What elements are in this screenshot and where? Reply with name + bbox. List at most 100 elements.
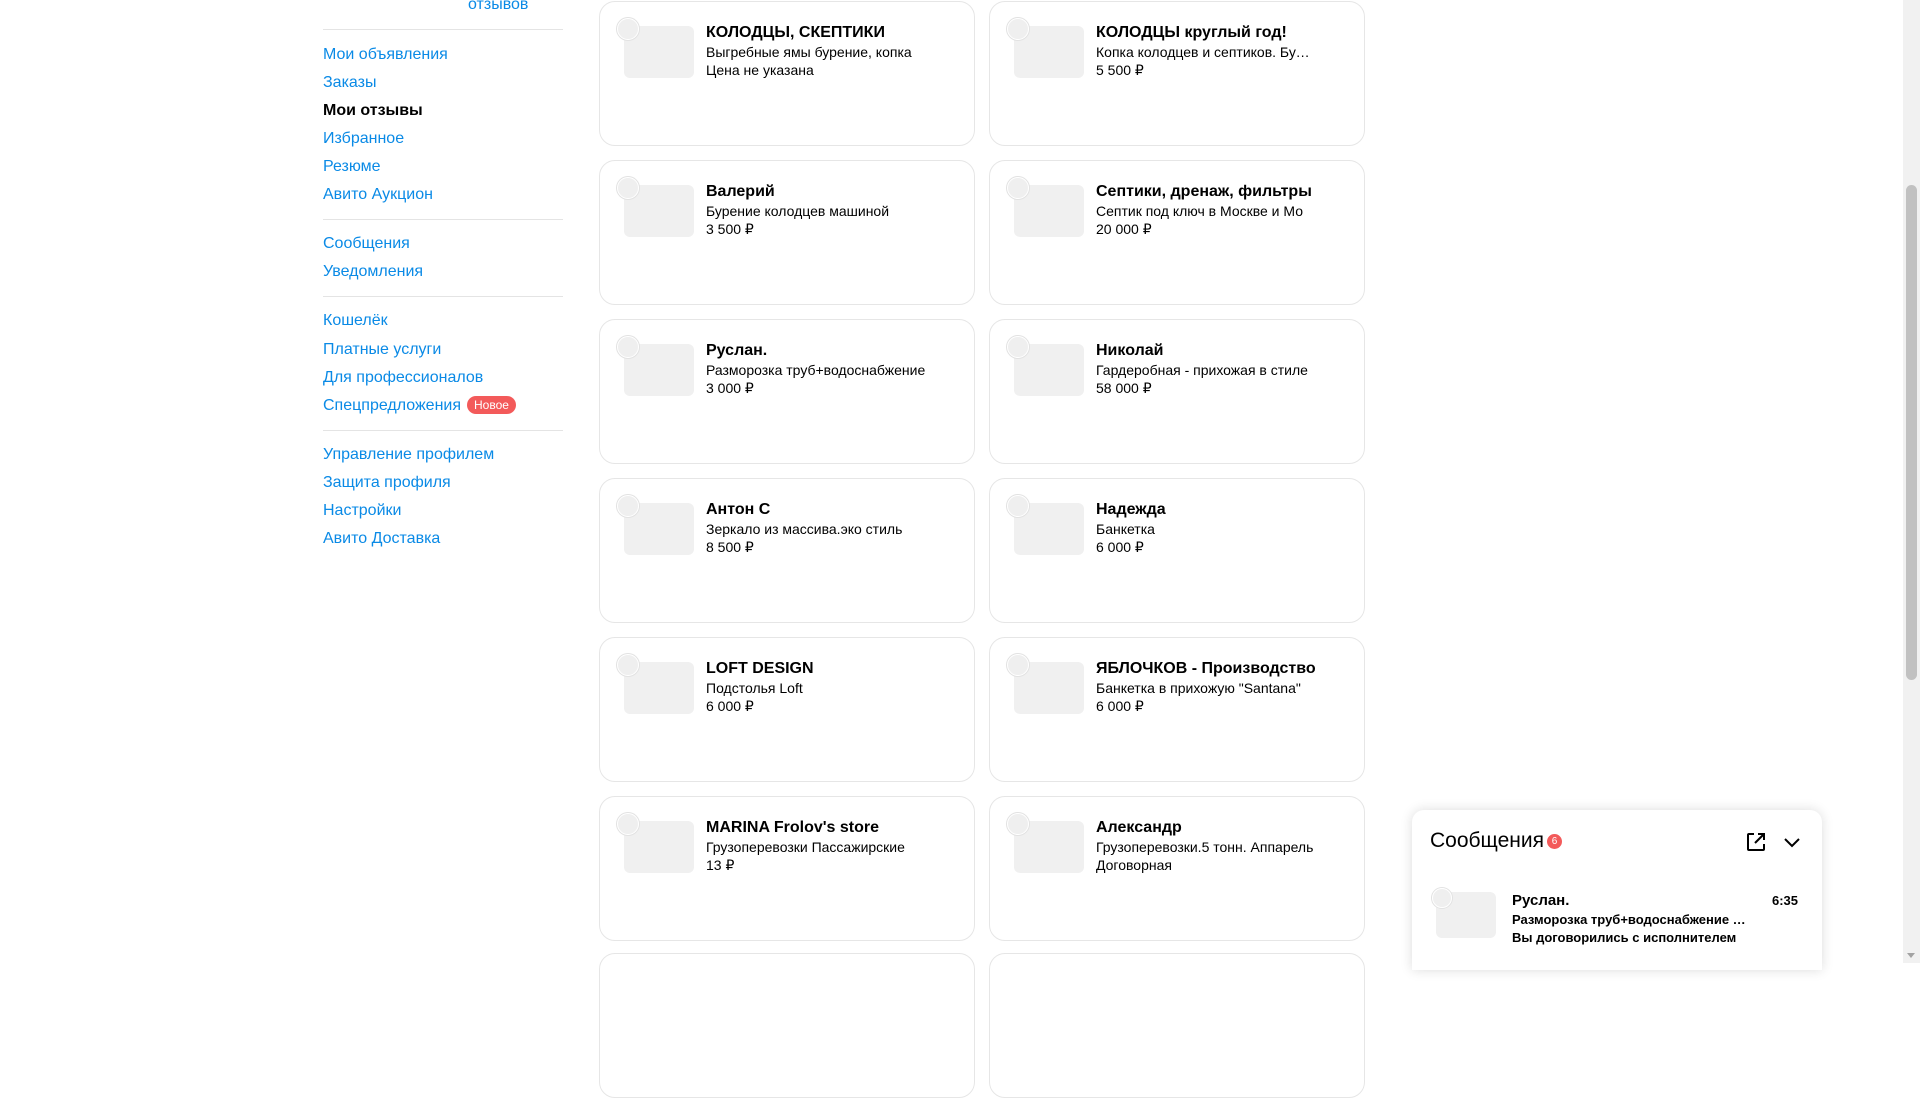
page-scrollbar[interactable]: [1903, 0, 1920, 963]
listing-price: 6 000 ₽: [1096, 539, 1144, 555]
nav-avito-auction[interactable]: Авито Аукцион: [323, 184, 433, 206]
avatar: [1007, 495, 1029, 517]
reviews-count-link[interactable]: отзывов: [468, 0, 528, 14]
seller-name: ЯБЛОЧКОВ - Производство: [1096, 660, 1316, 677]
review-card[interactable]: Септики, дренаж, фильтры Септик под ключ …: [989, 160, 1365, 305]
review-card[interactable]: Антон С Зеркало из массива.эко стиль 8 500…: [599, 478, 975, 623]
seller-name: Надежда: [1096, 501, 1166, 518]
listing-price: 8 500 ₽: [706, 539, 754, 555]
messages-widget-header: Сообщения 6: [1430, 827, 1562, 855]
avatar: [617, 654, 639, 676]
review-card[interactable]: Валерий Бурение колодцев машиной 3 500 ₽: [599, 160, 975, 305]
listing-description: Банкетка в прихожую "Santana": [1096, 680, 1301, 696]
listing-description: Бурение колодцев машиной: [706, 203, 890, 219]
chevron-down-icon[interactable]: [1780, 830, 1804, 854]
nav-my-ads[interactable]: Мои объявления: [323, 44, 448, 66]
nav-favorites[interactable]: Избранное: [323, 128, 404, 150]
seller-name: MARINA Frolov's store: [706, 819, 880, 836]
listing-description: Септик под ключ в Москве и Мо: [1096, 203, 1303, 219]
listing-price: 6 000 ₽: [1096, 698, 1144, 714]
unread-count-badge: 6: [1546, 834, 1562, 849]
review-card[interactable]: Надежда Банкетка 6 000 ₽: [989, 478, 1365, 623]
nav-settings[interactable]: Настройки: [323, 500, 401, 522]
avatar: [1007, 654, 1029, 676]
scroll-down-arrow-icon[interactable]: [1907, 953, 1915, 958]
listing-price: 6 000 ₽: [706, 698, 754, 714]
new-badge: Новое: [467, 396, 516, 414]
review-card[interactable]: КОЛОДЦЫ, СКЕПТИКИ Выгребные ямы бурение, …: [599, 1, 975, 146]
listing-description: Гардеробная - прихожая в стиле: [1096, 362, 1308, 378]
nav-my-reviews[interactable]: Мои отзывы: [323, 100, 423, 122]
avatar: [617, 177, 639, 199]
review-card[interactable]: КОЛОДЦЫ круглый год! Копка колодцев и сеп…: [989, 1, 1365, 146]
divider: [323, 296, 563, 297]
listing-price: 13 ₽: [706, 857, 735, 873]
avatar: [617, 495, 639, 517]
nav-wallet[interactable]: Кошелёк: [323, 310, 388, 332]
listing-description: Копка колодцев и септиков. Бурение: [1096, 44, 1316, 60]
avatar: [1007, 336, 1029, 358]
conversation-item[interactable]: Руслан. 6:35 Разморозка труб+водоснабжен…: [1412, 878, 1822, 948]
divider: [323, 430, 563, 431]
nav-special-offers-label: Спецпредложения: [323, 397, 461, 414]
messages-widget-title: Сообщения: [1430, 829, 1544, 852]
nav-profile-protection[interactable]: Защита профиля: [323, 472, 451, 494]
nav-paid-services[interactable]: Платные услуги: [323, 339, 441, 361]
listing-description: Зеркало из массива.эко стиль: [706, 521, 903, 537]
listing-price: 58 000 ₽: [1096, 380, 1152, 396]
nav-special-offers[interactable]: Спецпредложения Новое: [323, 395, 516, 417]
nav-for-professionals[interactable]: Для профессионалов: [323, 367, 483, 389]
review-card[interactable]: Руслан. Разморозка труб+водоснабжение 3 00…: [599, 319, 975, 464]
listing-description: Грузоперевозки Пассажирские: [706, 839, 905, 855]
nav-profile-management[interactable]: Управление профилем: [323, 444, 494, 466]
listing-price: 5 500 ₽: [1096, 62, 1144, 78]
avatar: [1007, 177, 1029, 199]
seller-name: КОЛОДЦЫ, СКЕПТИКИ: [706, 24, 885, 41]
external-link-icon[interactable]: [1744, 830, 1768, 854]
seller-name: Александр: [1096, 819, 1182, 836]
avatar: [617, 813, 639, 835]
listing-description: Банкетка: [1096, 521, 1155, 537]
listing-description: Подстолья Loft: [706, 680, 803, 696]
nav-avito-delivery[interactable]: Авито Доставка: [323, 528, 440, 550]
seller-name: Антон С: [706, 501, 771, 518]
listing-description: Грузоперевозки.5 тонн. Аппарель: [1096, 839, 1314, 855]
review-card[interactable]: Николай Гардеробная - прихожая в стиле 58 …: [989, 319, 1365, 464]
listing-price: 20 000 ₽: [1096, 221, 1152, 237]
seller-name: Руслан.: [706, 342, 768, 359]
listing-description: Выгребные ямы бурение, копка: [706, 44, 912, 60]
listing-price: 3 500 ₽: [706, 221, 754, 237]
conversation-last-message: Вы договорились с исполнителем: [1512, 930, 1737, 945]
review-card[interactable]: [599, 953, 975, 1098]
conversation-name: Руслан.: [1512, 892, 1570, 909]
avatar: [1007, 813, 1029, 835]
listing-price: Цена не указана: [706, 62, 814, 78]
divider: [323, 29, 563, 30]
seller-name: LOFT DESIGN: [706, 660, 814, 677]
nav-messages[interactable]: Сообщения: [323, 233, 410, 255]
review-card[interactable]: Александр Грузоперевозки.5 тонн. Аппарель…: [989, 796, 1365, 941]
nav-notifications[interactable]: Уведомления: [323, 261, 423, 283]
seller-name: Септики, дренаж, фильтры: [1096, 183, 1312, 200]
avatar: [617, 336, 639, 358]
avatar: [1432, 888, 1452, 908]
listing-description: Разморозка труб+водоснабжение: [706, 362, 926, 378]
scrollbar-thumb[interactable]: [1906, 185, 1917, 680]
avatar: [617, 18, 639, 40]
review-card[interactable]: LOFT DESIGN Подстолья Loft 6 000 ₽: [599, 637, 975, 782]
seller-name: Николай: [1096, 342, 1164, 359]
seller-name: КОЛОДЦЫ круглый год!: [1096, 24, 1287, 41]
conversation-subject: Разморозка труб+водоснабжение от 3 000 ₽: [1512, 912, 1747, 927]
conversation-time: 6:35: [1771, 893, 1798, 908]
nav-resume[interactable]: Резюме: [323, 156, 381, 178]
listing-price: 3 000 ₽: [706, 380, 754, 396]
nav-orders[interactable]: Заказы: [323, 72, 376, 94]
divider: [323, 219, 563, 220]
messages-widget: Сообщения 6 Руслан. 6:35 Разморозка труб+…: [1412, 810, 1822, 970]
seller-name: Валерий: [706, 183, 775, 200]
review-card[interactable]: MARINA Frolov's store Грузоперевозки Пасс…: [599, 796, 975, 941]
review-card[interactable]: ЯБЛОЧКОВ - Производство Банкетка в прихож…: [989, 637, 1365, 782]
listing-price: Договорная: [1096, 857, 1172, 873]
avatar: [1007, 18, 1029, 40]
review-card[interactable]: [989, 953, 1365, 1098]
